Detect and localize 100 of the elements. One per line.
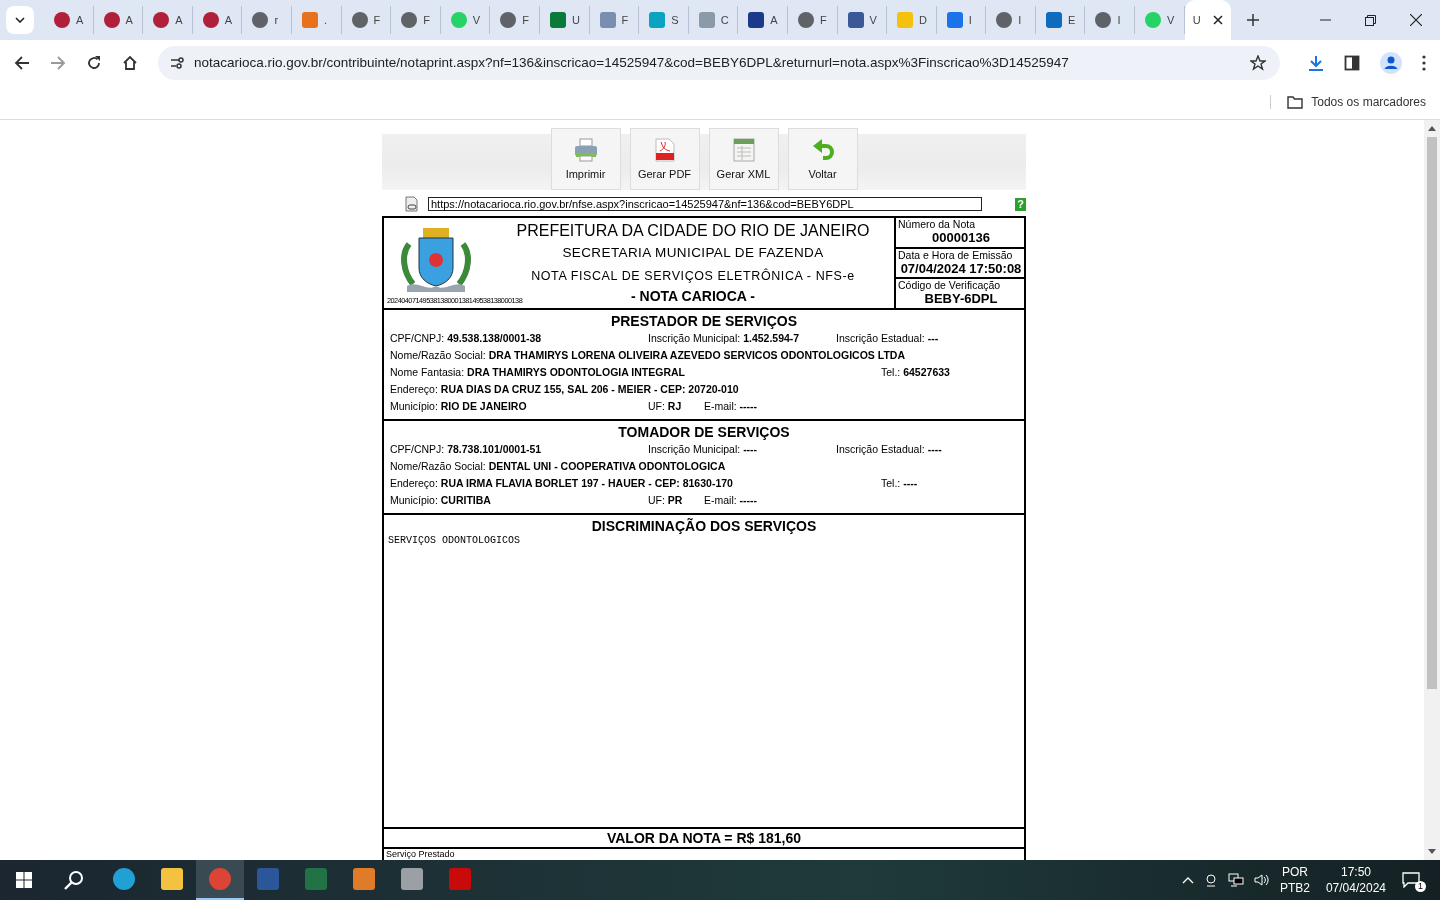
favicon-icon	[996, 12, 1013, 28]
speaker-icon[interactable]	[1253, 873, 1270, 887]
restore-icon[interactable]	[1365, 14, 1376, 26]
scroll-up-icon[interactable]	[1428, 126, 1436, 131]
scrollbar-thumb[interactable]	[1427, 137, 1437, 689]
favicon-icon	[897, 12, 914, 28]
taskbar-app[interactable]	[196, 860, 244, 900]
search-icon[interactable]	[64, 870, 84, 890]
browser-tab[interactable]: F	[391, 6, 441, 34]
favicon-icon	[202, 12, 219, 28]
menu-icon[interactable]	[1422, 54, 1426, 71]
browser-tab[interactable]: D	[887, 6, 937, 34]
close-icon[interactable]	[1212, 15, 1223, 25]
home-icon[interactable]	[122, 54, 138, 71]
favicon-icon	[301, 12, 318, 28]
chevron-up-icon[interactable]	[1181, 876, 1194, 884]
folder-icon	[1287, 95, 1304, 109]
info-value: BEBY-6DPL	[923, 291, 999, 307]
chat-bubble-icon	[1402, 872, 1420, 888]
browser-tab[interactable]: F	[490, 6, 540, 34]
browser-tab[interactable]: A	[93, 6, 144, 34]
browser-tab[interactable]: I	[1085, 6, 1136, 34]
toolbar-button[interactable]: Gerar XML	[708, 128, 779, 190]
header-title: SECRETARIA MUNICIPAL DE FAZENDA	[562, 244, 824, 262]
field-text: Tel.: ----	[881, 476, 919, 491]
profile-avatar-icon[interactable]	[1380, 51, 1402, 74]
field-text: Município: CURITIBA	[390, 493, 492, 508]
service-description: SERVIÇOS ODONTOLOGICOS	[388, 535, 521, 546]
favicon-icon	[797, 12, 814, 28]
favicon-icon	[698, 12, 715, 28]
forward-arrow-icon[interactable]	[50, 54, 66, 71]
info-label: Data e Hora de Emissão	[898, 248, 1014, 261]
favicon-icon	[1095, 12, 1112, 28]
section-title: TOMADOR DE SERVIÇOS	[618, 423, 790, 441]
site-info-icon[interactable]	[170, 55, 184, 70]
field-text: Nome Fantasia: DRA THAMIRYS ODONTOLOGIA INTEGRAL	[390, 365, 686, 380]
info-value: 00000136	[931, 230, 991, 245]
reload-icon[interactable]	[86, 54, 102, 71]
back-arrow-icon[interactable]	[14, 54, 30, 71]
notification-button[interactable]: 1	[1402, 870, 1426, 890]
camera-icon[interactable]	[1203, 873, 1218, 887]
app-icon	[305, 868, 327, 890]
pdf-file-icon	[653, 138, 676, 162]
windows-start-icon[interactable]	[16, 872, 32, 888]
total-value: VALOR DA NOTA = R$ 181,60	[606, 829, 802, 847]
field-text: UF: RJ	[648, 399, 683, 414]
field-text: Tel.: 64527633	[881, 365, 951, 380]
field-text: E-mail: -----	[704, 493, 759, 508]
chevron-down-icon	[15, 17, 25, 23]
app-icon	[113, 868, 135, 890]
download-icon[interactable]	[1308, 54, 1324, 71]
browser-tab[interactable]: F	[341, 6, 392, 34]
favicon-icon	[103, 12, 120, 28]
favicon-icon	[500, 12, 517, 28]
browser-tab[interactable]: U	[539, 6, 590, 34]
network-icon[interactable]	[1227, 873, 1244, 887]
browser-tab[interactable]: F	[589, 6, 640, 34]
language-indicator[interactable]: POR PTB2	[1279, 864, 1310, 896]
browser-tab[interactable]: I	[986, 6, 1036, 34]
favicon-icon	[649, 12, 666, 28]
toolbar-button[interactable]: Voltar	[787, 128, 858, 190]
new-tab-icon[interactable]	[1246, 14, 1259, 26]
app-icon	[257, 868, 279, 890]
star-icon[interactable]	[1250, 54, 1266, 71]
favicon-icon	[599, 12, 616, 28]
url-field[interactable]: https://notacarioca.rio.gov.br/nfse.aspx?inscricao=14525947&nf=136&cod=BEBY6DPL	[428, 197, 982, 211]
side-panel-icon[interactable]	[1344, 54, 1360, 71]
toolbar-button[interactable]: Gerar PDF	[629, 128, 700, 190]
service-label: Serviço Prestado	[386, 849, 455, 859]
favicon-icon	[450, 12, 467, 28]
all-bookmarks-button[interactable]: Todos os marcadores	[1270, 95, 1426, 109]
field-text: Nome/Razão Social: DRA THAMIRYS LORENA OLIVEIRA AZEVEDO SERVICOS ODONTOLOGICOS LTDA	[390, 348, 906, 363]
toolbar-button[interactable]: Imprimir	[550, 128, 621, 190]
browser-tab[interactable]: V	[1135, 6, 1185, 34]
browser-tab[interactable]: .	[291, 6, 342, 34]
browser-tab[interactable]: S	[639, 6, 689, 34]
field-text: E-mail: -----	[704, 399, 759, 414]
browser-tab[interactable]: E	[1035, 6, 1086, 34]
spreadsheet-file-icon	[732, 138, 755, 162]
browser-tab[interactable]: F	[787, 6, 838, 34]
browser-tab[interactable]: I	[936, 6, 987, 34]
address-bar[interactable]: notacarioca.rio.gov.br/contribuinte/notaprint.aspx?nf=136&inscricao=14525947&cod=BEBY6DPL&returnurl=nota.aspx%3Finscricao%3D14525947	[158, 45, 1280, 80]
favicon-icon	[1145, 12, 1162, 28]
browser-tab[interactable]: A	[192, 6, 243, 34]
browser-tab[interactable]: r	[242, 6, 292, 34]
browser-tab[interactable]: A	[44, 6, 94, 34]
browser-tab[interactable]: A	[143, 6, 193, 34]
browser-tab[interactable]: U	[1184, 0, 1231, 40]
favicon-icon	[946, 12, 963, 28]
scroll-down-icon[interactable]	[1428, 849, 1436, 854]
browser-tab[interactable]: A	[738, 6, 788, 34]
header-title: PREFEITURA DA CIDADE DO RIO DE JANEIRO	[516, 221, 870, 241]
browser-tab[interactable]: V	[440, 6, 491, 34]
browser-tab[interactable]: V	[837, 6, 888, 34]
tab-search-button[interactable]	[6, 6, 34, 34]
notification-count: 1	[1415, 881, 1426, 892]
browser-tab[interactable]: C	[688, 6, 739, 34]
field-text: UF: PR	[648, 493, 684, 508]
clock[interactable]: 17:50 07/04/2024	[1325, 864, 1386, 896]
close-icon[interactable]	[1410, 14, 1422, 26]
